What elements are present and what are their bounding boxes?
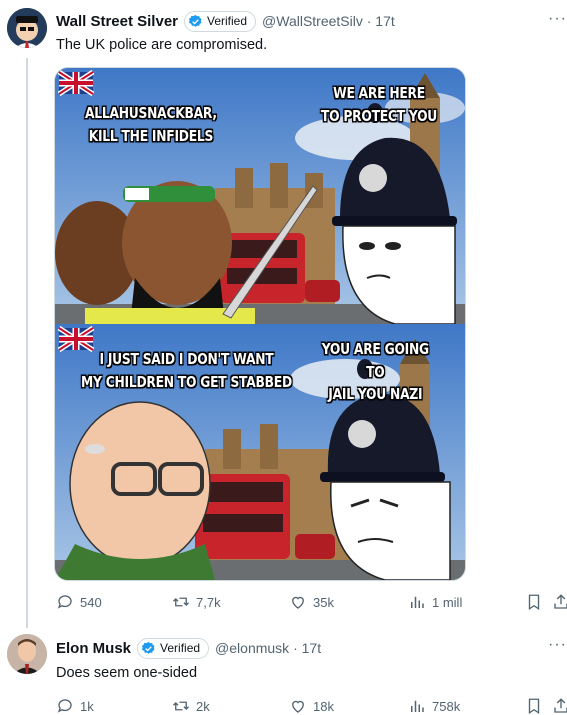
views-count: 1 mill [432,594,463,610]
meme-image[interactable]: ALLAHUSNACKBAR, KILL THE INFIDELS WE ARE… [54,67,466,581]
author-name[interactable]: Wall Street Silver [56,13,178,30]
share-button[interactable] [552,697,567,715]
reply-icon [57,699,72,713]
retweet-count: 2k [196,698,210,714]
reply-icon [57,595,72,609]
like-button[interactable]: 18k [289,697,334,715]
reply-count: 1k [80,698,94,714]
thread-connector [26,58,28,628]
like-button[interactable]: 35k [289,593,334,611]
share-icon [554,594,567,609]
more-options-button[interactable]: ··· [548,636,567,654]
heart-icon [292,596,304,609]
reply-button[interactable]: 1k [56,697,94,715]
caption-police-bottom: YOU ARE GOING TO JAIL YOU NAZI [321,340,429,403]
share-icon [554,698,567,713]
views-button[interactable]: 1 mill [408,593,462,611]
bar-chart-icon [411,700,424,712]
author-name[interactable]: Elon Musk [56,640,131,657]
tweet-text: The UK police are compromised. [56,37,268,53]
share-button[interactable] [552,593,567,611]
retweet-button[interactable]: 7,7k [172,593,221,611]
views-button[interactable]: 758k [408,697,460,715]
meme-panel-top: ALLAHUSNACKBAR, KILL THE INFIDELS WE ARE… [55,68,465,324]
handle-and-time[interactable]: @WallStreetSilv · 17t [262,13,395,29]
verified-check-icon [188,14,202,27]
like-count: 18k [313,698,334,714]
caption-attacker: ALLAHUSNACKBAR, KILL THE INFIDELS [85,104,217,145]
like-count: 35k [313,594,334,610]
retweet-button[interactable]: 2k [172,697,210,715]
reply-button[interactable]: 540 [56,593,102,611]
verified-check-icon [141,641,155,654]
more-options-button[interactable]: ··· [548,10,567,28]
avatar[interactable] [7,634,47,674]
bookmark-button[interactable] [525,697,543,715]
bookmark-icon [528,698,540,715]
retweet-count: 7,7k [196,594,221,610]
caption-police-top: WE ARE HERE TO PROTECT YOU [321,84,438,125]
caption-father: I JUST SAID I DON'T WANT MY CHILDREN TO … [81,350,292,391]
bar-chart-icon [411,596,424,608]
bookmark-icon [528,594,540,611]
views-count: 758k [432,698,461,714]
verified-label: Verified [207,14,248,28]
verified-badge[interactable]: Verified [184,10,257,32]
tweet-text: Does seem one-sided [56,665,198,681]
verified-label: Verified [160,641,201,655]
bookmark-button[interactable] [525,593,543,611]
heart-icon [292,700,304,713]
retweet-icon [173,701,189,711]
reply-count: 540 [80,594,102,610]
avatar[interactable] [7,8,47,48]
retweet-icon [173,597,189,607]
meme-panel-bottom: I JUST SAID I DON'T WANT MY CHILDREN TO … [55,324,465,580]
verified-badge[interactable]: Verified [137,637,210,659]
handle-and-time[interactable]: @elonmusk · 17t [215,640,321,656]
